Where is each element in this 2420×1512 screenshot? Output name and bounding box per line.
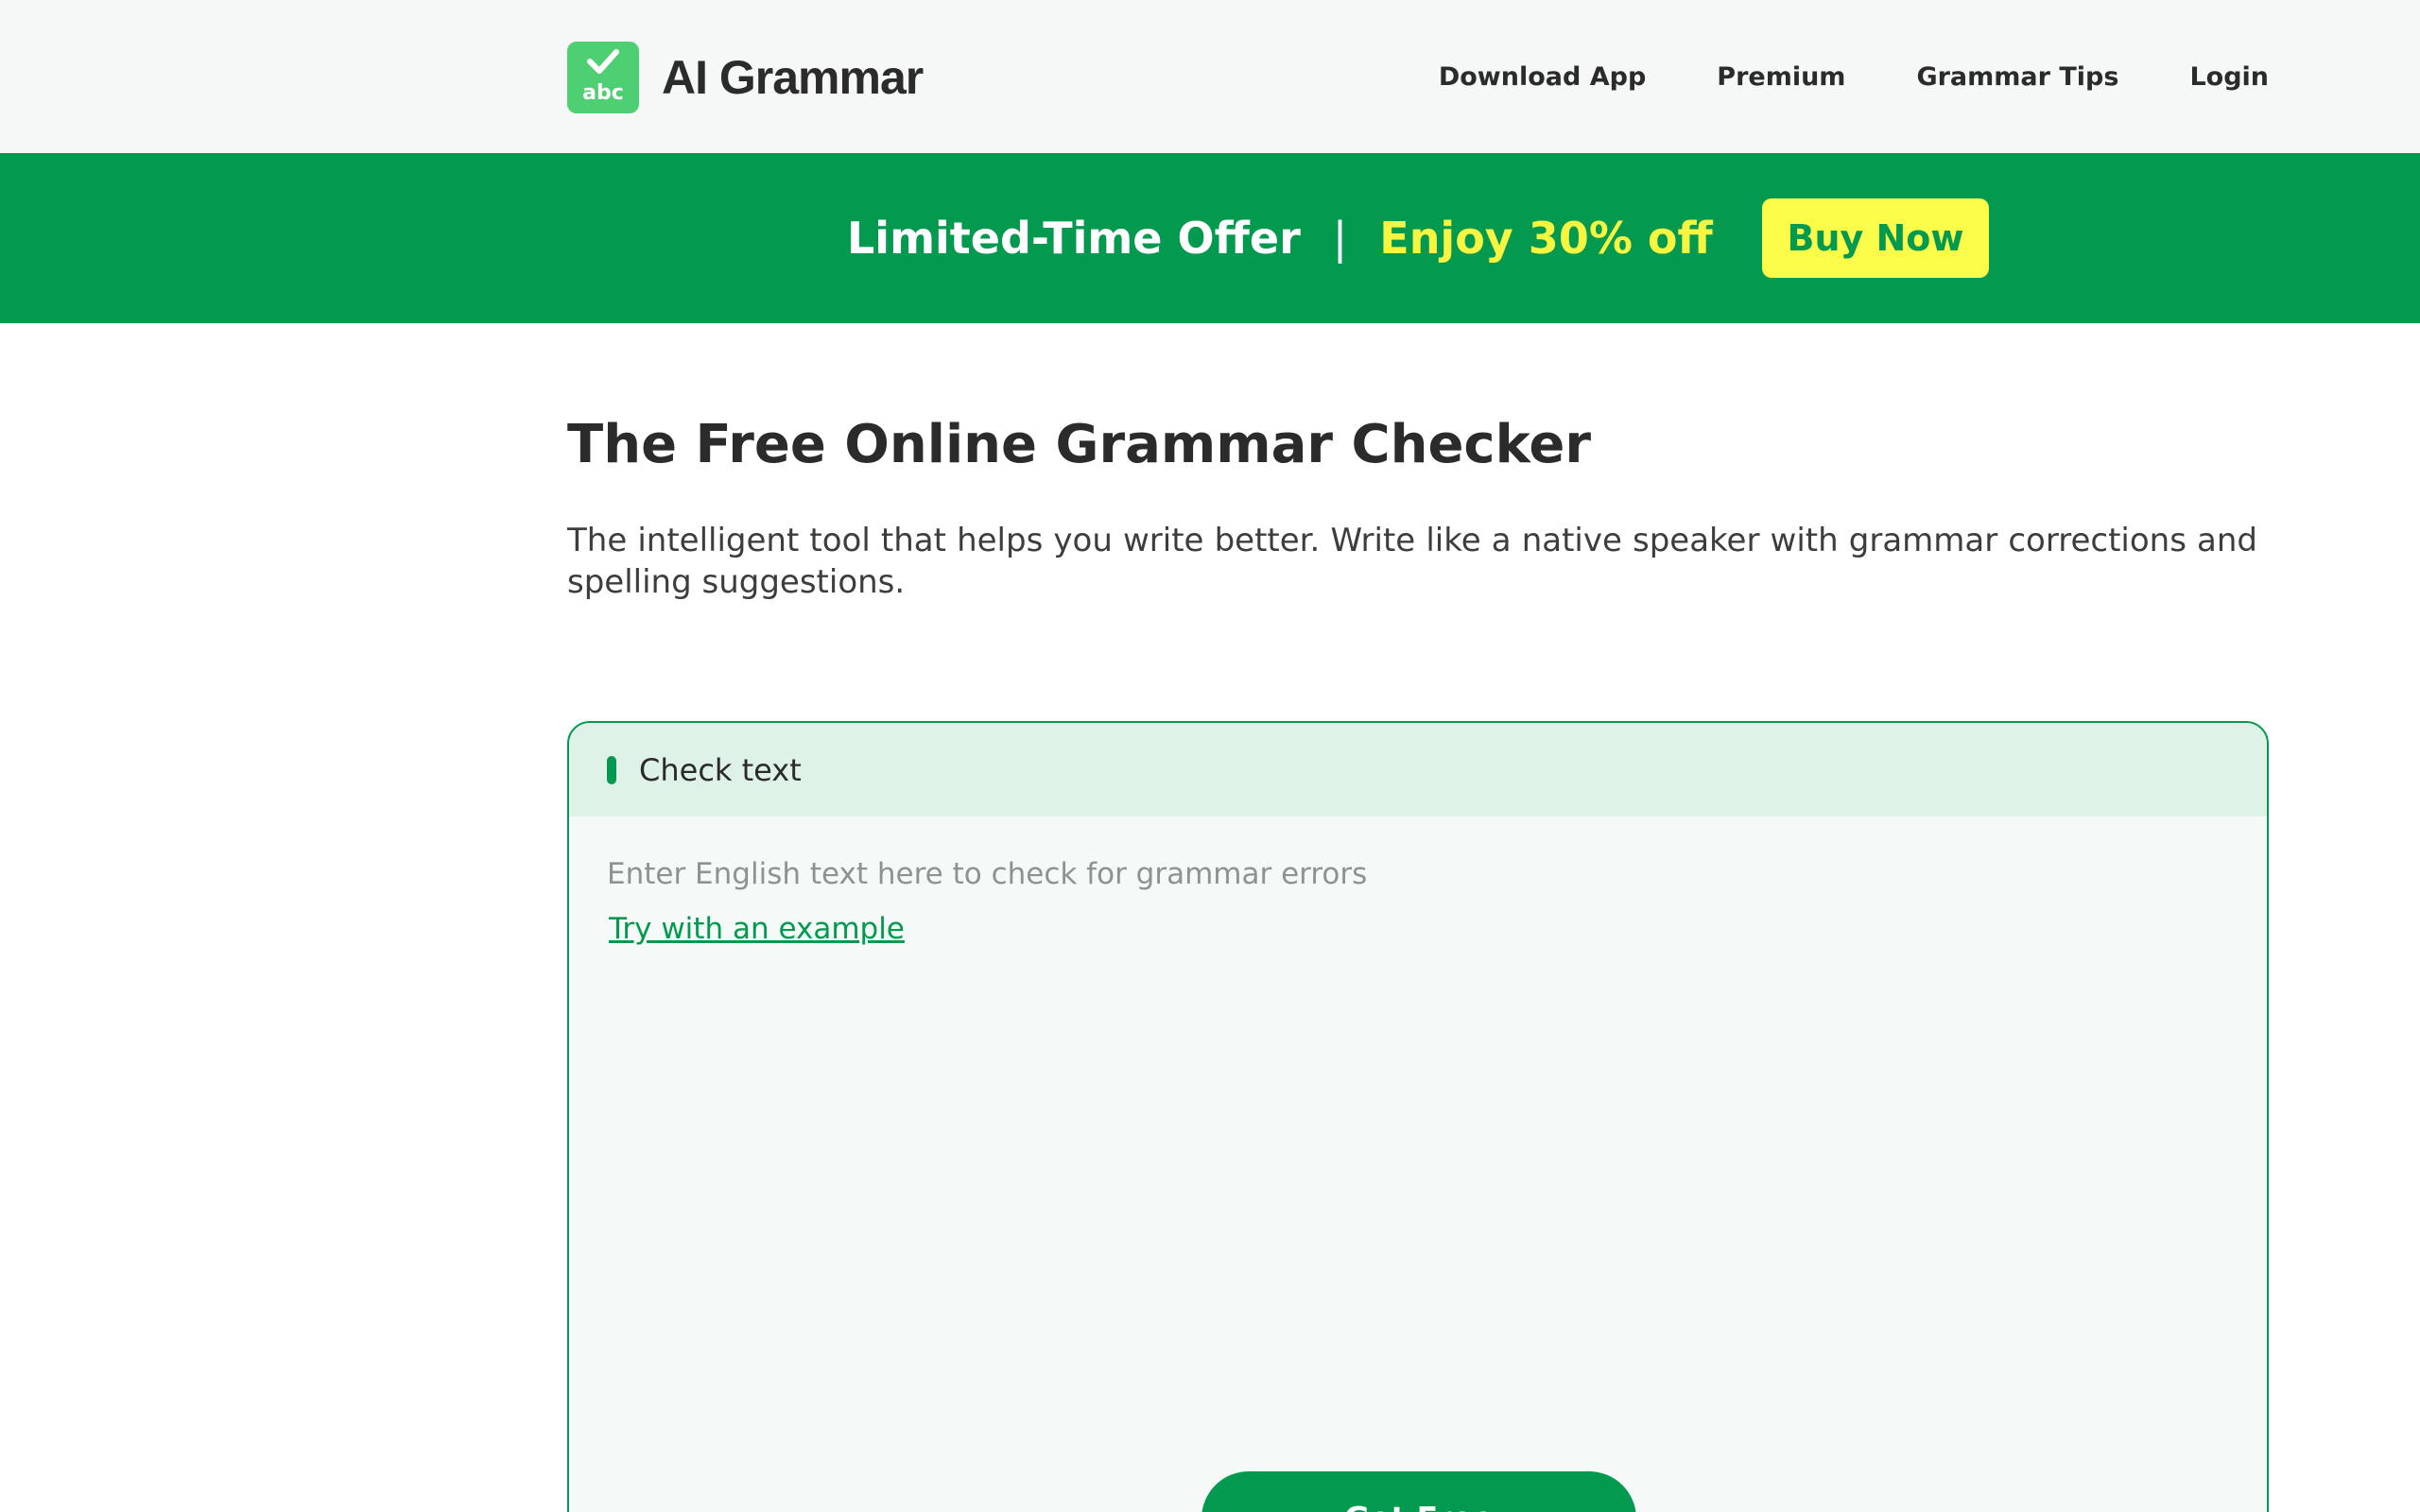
promo-deal-text: Enjoy 30% off [1379, 213, 1713, 264]
checker-heading: Check text [639, 751, 802, 788]
nav-grammar-tips[interactable]: Grammar Tips [1916, 62, 2118, 92]
promo-offer-text: Limited-Time Offer [847, 213, 1301, 264]
logo-mark: abc [567, 42, 639, 113]
checkmark-icon [587, 49, 619, 74]
nav-premium[interactable]: Premium [1717, 62, 1845, 92]
accent-bar [607, 755, 616, 784]
promo-text: Limited-Time Offer | Enjoy 30% off [847, 153, 1713, 323]
grammar-text-input[interactable] [607, 846, 2214, 902]
logo-name: AI Grammar [662, 51, 924, 104]
promo-banner: Limited-Time Offer | Enjoy 30% off [0, 153, 2420, 323]
page-description: The intelligent tool that helps you writ… [567, 522, 2257, 601]
logo-link[interactable]: abc AI Grammar [567, 42, 924, 113]
try-example-link[interactable]: Try with an example [609, 912, 905, 946]
nav-download-app[interactable]: Download App [1439, 62, 1646, 92]
logo-mark-text: abc [582, 81, 624, 105]
site-header: abc AI Grammar Download App Premium Gram… [0, 0, 2420, 153]
main-nav: Download App Premium Grammar Tips Login [1439, 0, 2269, 153]
promo-separator: | [1332, 213, 1348, 264]
page-title: The Free Online Grammar Checker [567, 414, 1591, 475]
buy-now-button[interactable]: Buy Now [1762, 198, 1989, 278]
grammar-checker-panel: Check text Try with an example Get Free [567, 721, 2269, 1512]
get-free-button[interactable]: Get Free [1201, 1471, 1636, 1512]
checker-header: Check text [569, 723, 2267, 816]
nav-login[interactable]: Login [2189, 62, 2269, 92]
